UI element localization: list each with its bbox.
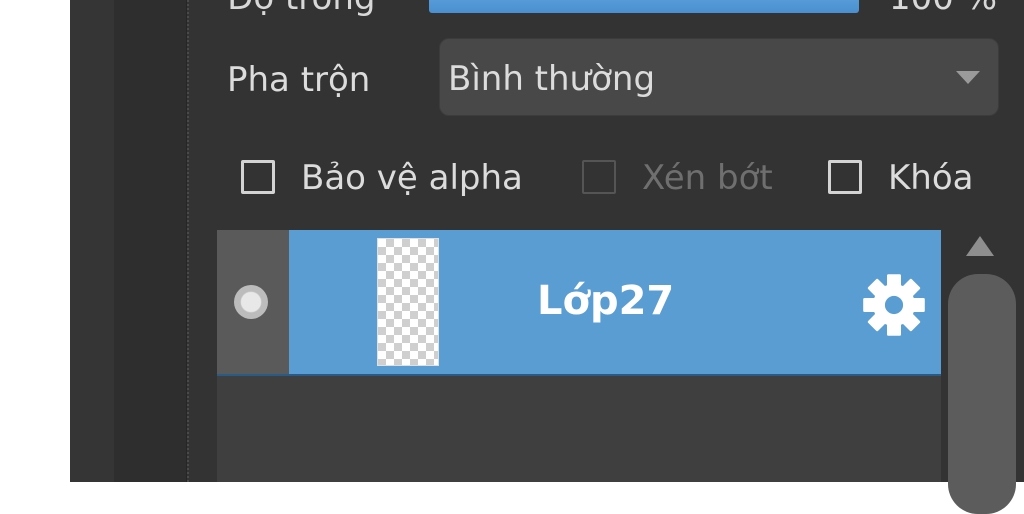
- layer-list-scrollbar[interactable]: [941, 230, 1024, 514]
- lock-checkbox[interactable]: Khóa: [828, 158, 988, 202]
- blend-mode-label: Pha trộn: [227, 60, 371, 100]
- blend-mode-select[interactable]: Bình thường: [439, 38, 999, 116]
- side-gutter: [114, 0, 187, 482]
- chevron-down-icon: [956, 71, 980, 84]
- opacity-label: Độ trong: [227, 0, 375, 18]
- clip-label: Xén bớt: [642, 158, 773, 198]
- protect-alpha-checkbox[interactable]: Bảo vệ alpha: [241, 158, 541, 202]
- checkbox-box: [582, 160, 616, 194]
- visibility-dot-icon: [234, 285, 268, 319]
- opacity-value: 100 %: [889, 0, 997, 18]
- scroll-up-arrow-icon[interactable]: [966, 236, 994, 256]
- opacity-slider[interactable]: [429, 0, 859, 13]
- checkbox-box[interactable]: [828, 160, 862, 194]
- canvas-area: [0, 0, 70, 482]
- blend-mode-value: Bình thường: [448, 59, 656, 99]
- layer-list: Lớp27: [217, 230, 943, 482]
- protect-alpha-label: Bảo vệ alpha: [301, 158, 523, 198]
- clip-checkbox: Xén bớt: [582, 158, 792, 202]
- visibility-toggle[interactable]: [217, 230, 289, 374]
- layer-name: Lớp27: [537, 278, 675, 324]
- layer-thumbnail: [377, 238, 439, 366]
- layer-row[interactable]: Lớp27: [217, 230, 941, 376]
- checkbox-box[interactable]: [241, 160, 275, 194]
- side-strip: [70, 0, 114, 482]
- layer-panel: Độ trong 100 % Pha trộn Bình thường Bảo …: [187, 0, 1024, 514]
- scroll-thumb[interactable]: [948, 274, 1016, 514]
- lock-label: Khóa: [888, 158, 974, 198]
- gear-icon[interactable]: [859, 270, 929, 340]
